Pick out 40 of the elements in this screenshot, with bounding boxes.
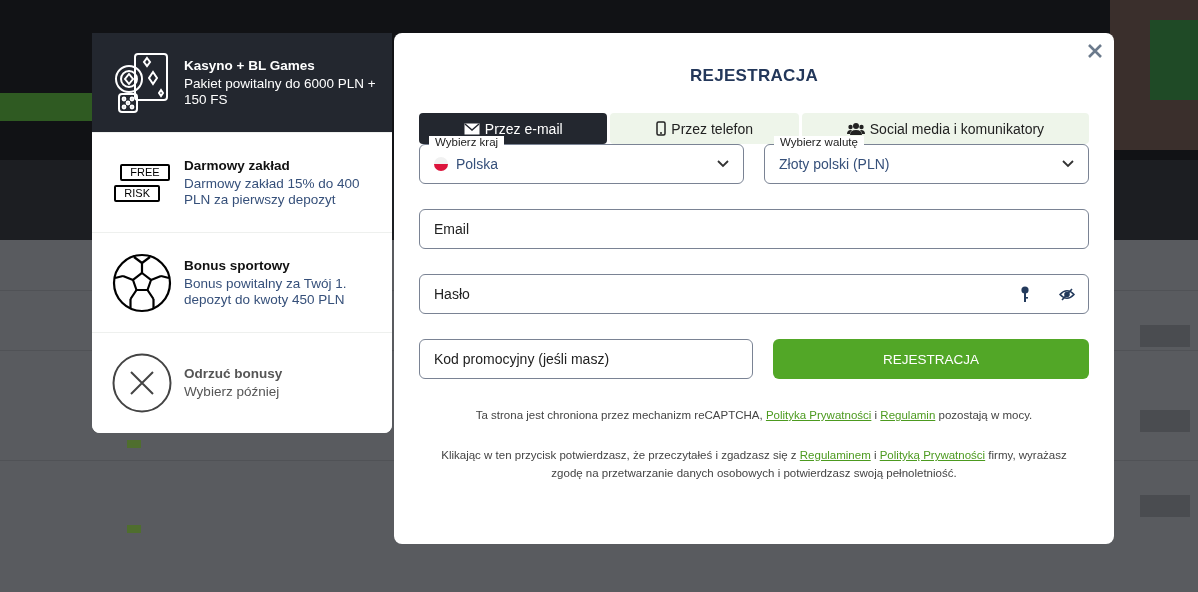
offer-title: Kasyno + BL Games [184, 57, 316, 73]
casino-chips-cards-icon [113, 51, 171, 114]
offer-description: Darmowy zakład 15% do 400 PLN za pierwszy depozyt [184, 175, 361, 208]
offer-item[interactable]: Kasyno + BL Games Pakiet powitalny do 6000 PLN + 150 FS [92, 33, 392, 133]
dialog-title: REJESTRACJA [689, 66, 819, 86]
football-icon [112, 252, 172, 313]
offer-description: Pakiet powitalny do 6000 PLN + 150 FS [184, 75, 377, 108]
legal-note: Klikając w ten przycisk potwierdzasz, że przeczytałeś i zgadzasz się z Regulaminem i Polityką Prywatności firmy, wyrażasz zgodę na przetwarzanie danych osobowych i potwierdzasz swoją pełnoletniość. [440, 448, 1068, 481]
password-field[interactable]: Hasło [419, 274, 1089, 314]
offer-title: Odrzuć bonusy [184, 366, 283, 381]
legal-link[interactable]: Polityką Prywatności [879, 449, 986, 461]
legal-link[interactable]: Regulaminem [799, 449, 871, 461]
envelope-icon [463, 122, 480, 135]
field-label: Wybierz kraj [429, 136, 505, 148]
close-circle-icon [112, 353, 172, 413]
offer-description: Wybierz później [184, 384, 281, 400]
banner-button[interactable] [0, 93, 92, 121]
ribbon-label: FREE [120, 163, 170, 181]
ribbon-label: RISK [114, 184, 160, 202]
offer-title: Bonus sportowy [184, 257, 291, 273]
status-marker [127, 440, 141, 448]
phone-icon [656, 121, 667, 136]
chevron-down-icon [1062, 160, 1074, 168]
field-label: Wybierz walutę [774, 136, 864, 148]
legal-link[interactable]: Polityka Prywatności [765, 409, 872, 421]
legal-note: Ta strona jest chroniona przez mechanizm reCAPTCHA, Polityka Prywatności i Regulamin pozostają w mocy. [474, 408, 1034, 423]
promo-code-field[interactable]: Kod promocyjny (jeśli masz) [419, 339, 753, 379]
close-icon[interactable] [1086, 42, 1104, 60]
select-value: Złoty polski (PLN) [779, 156, 891, 172]
email-field[interactable]: Email [419, 209, 1089, 249]
key-icon[interactable] [1021, 286, 1029, 302]
chevron-down-icon [717, 160, 729, 168]
offer-description: Bonus powitalny za Twój 1. depozyt do kwoty 450 PLN [184, 275, 348, 308]
eye-slash-icon[interactable] [1059, 288, 1075, 301]
legal-link[interactable]: Regulamin [880, 409, 936, 421]
status-marker [127, 525, 141, 533]
offer-title: Darmowy zakład [184, 157, 291, 173]
poland-flag-icon [434, 157, 448, 171]
select-value: Polska [456, 156, 500, 172]
people-icon [846, 122, 865, 135]
